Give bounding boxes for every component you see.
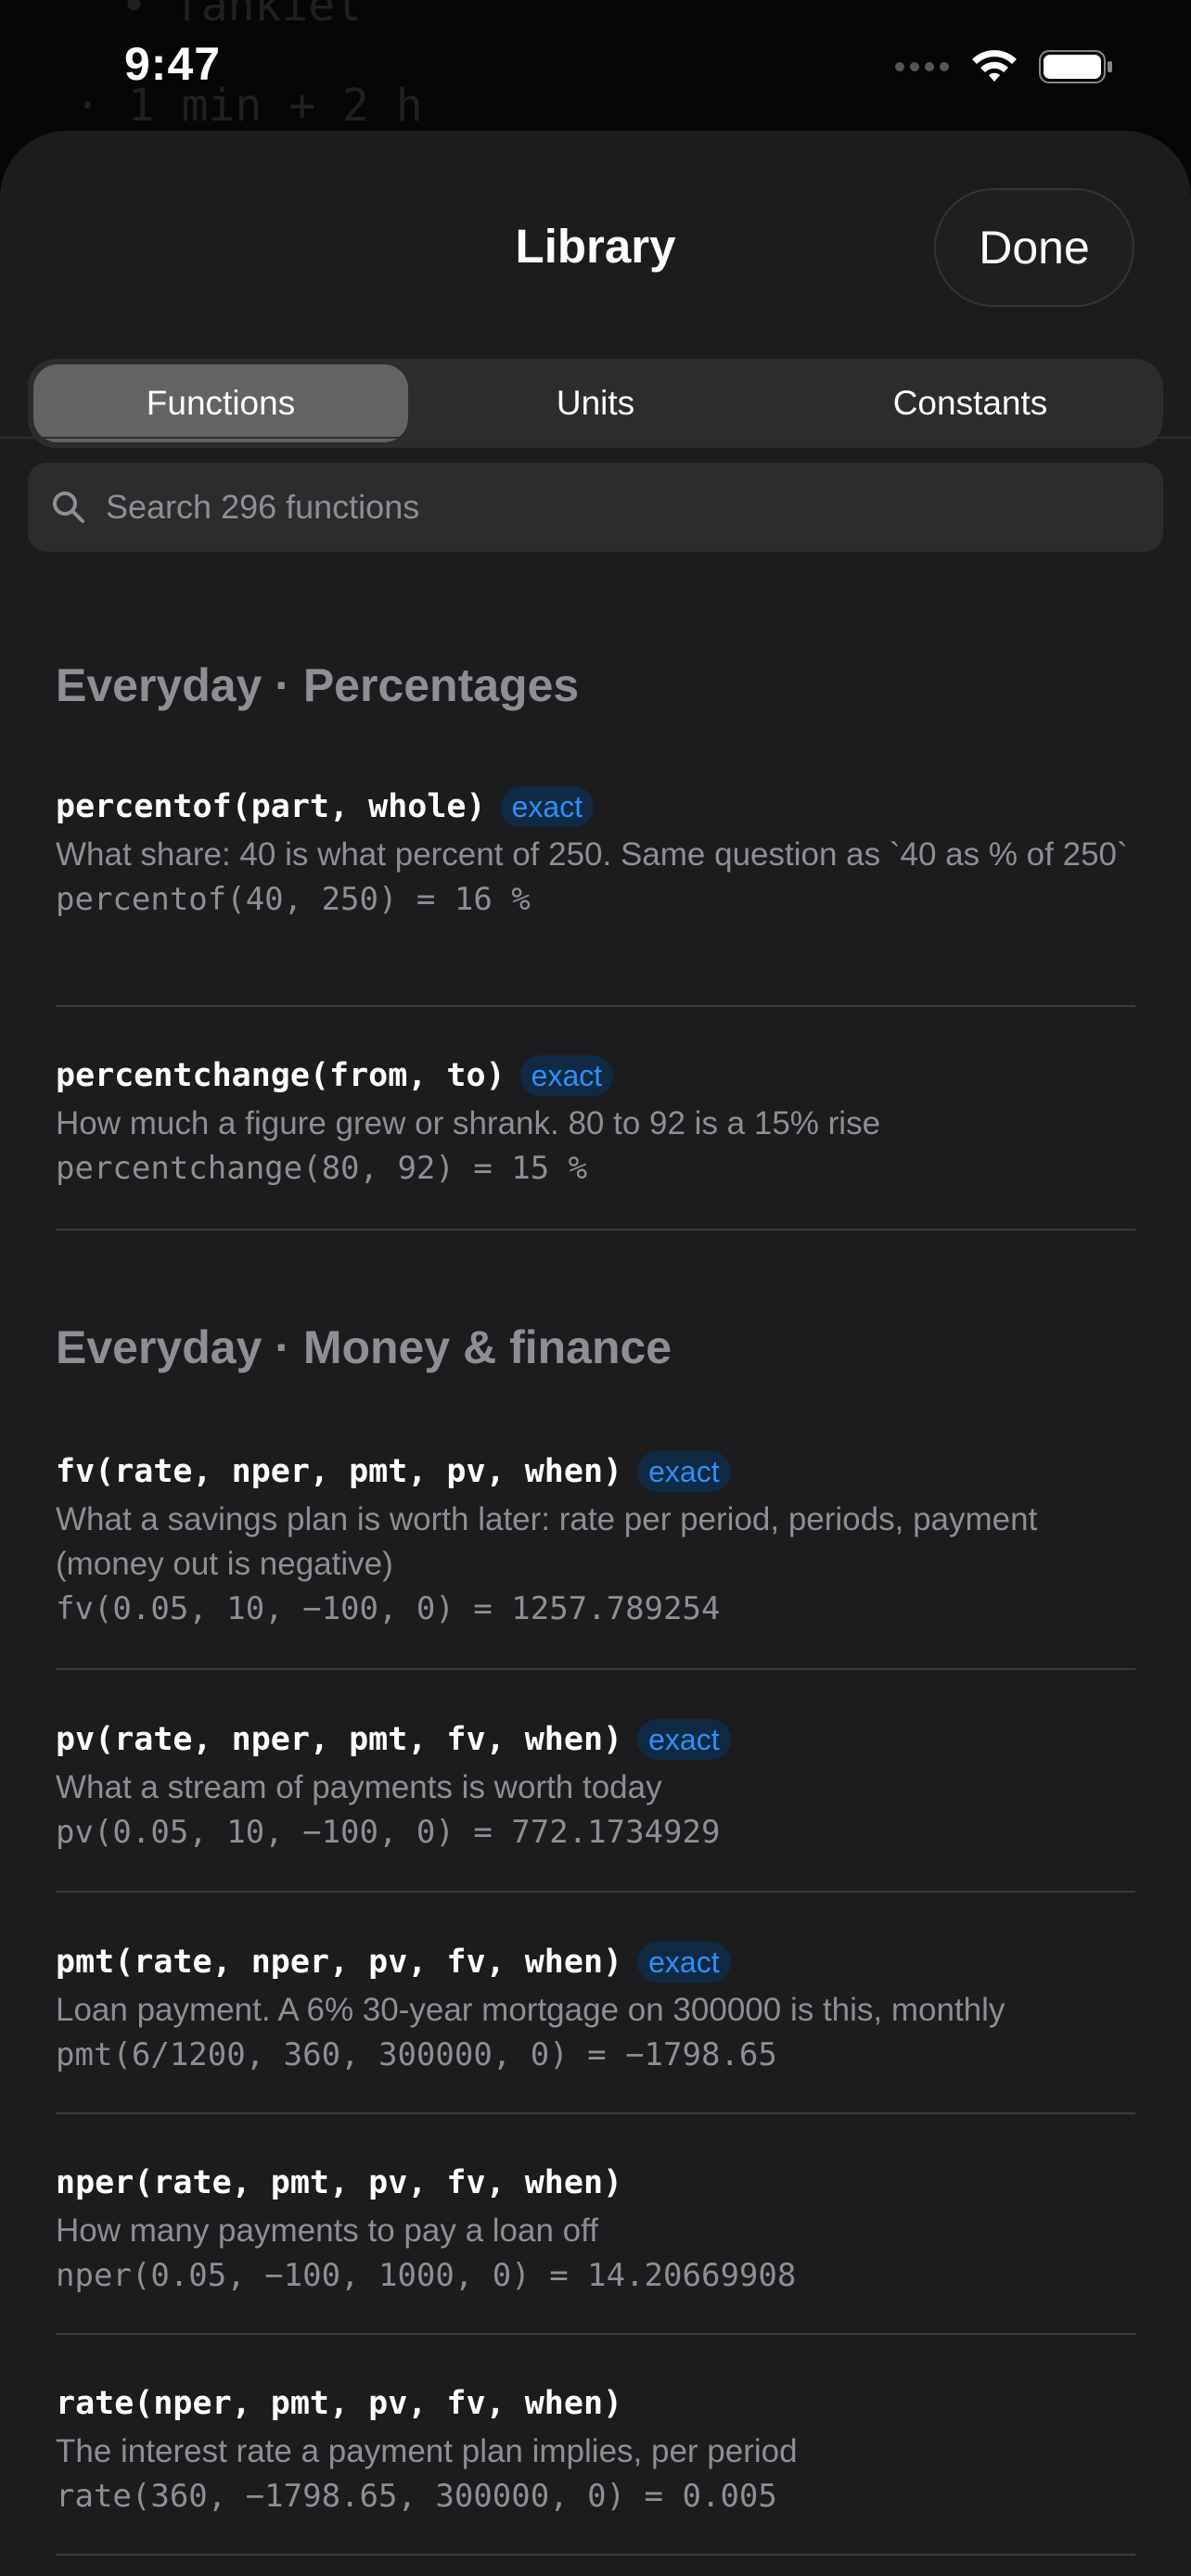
background-ghost-row: • fankiel (121, 0, 363, 32)
exact-badge: exact (637, 1719, 731, 1760)
item-divider (56, 1891, 1135, 1893)
list-item[interactable]: rate(nper, pmt, pv, fv, when) The intere… (56, 2381, 1135, 2519)
function-signature: fv(rate, nper, pmt, pv, when) (56, 1453, 623, 1490)
done-button[interactable]: Done (934, 188, 1134, 307)
exact-badge: exact (637, 1942, 731, 1983)
function-example: nper(0.05, −100, 1000, 0) = 14.20669908 (56, 2257, 797, 2294)
cellular-icon (895, 62, 949, 71)
exact-badge: exact (519, 1055, 614, 1096)
search-bar[interactable] (28, 463, 1163, 552)
list-item[interactable]: percentchange(from, to) exact How much a… (56, 1053, 1135, 1226)
section-title: Everyday · Money & finance (56, 1321, 672, 1373)
tab-constants[interactable]: Constants (783, 364, 1158, 442)
function-signature: percentchange(from, to) (56, 1057, 506, 1094)
search-icon (53, 491, 84, 523)
wifi-icon (972, 50, 1017, 82)
function-example: percentof(40, 250) = 16 % (56, 881, 531, 918)
item-divider (56, 2554, 1135, 2556)
function-description: How much a figure grew or shrank. 80 to … (56, 1105, 881, 1141)
function-description: The interest rate a payment plan implies… (56, 2433, 798, 2469)
function-description: Loan payment. A 6% 30-year mortgage on 3… (56, 1992, 1005, 2028)
function-description: What share: 40 is what percent of 250. S… (56, 836, 1128, 873)
function-example: fv(0.05, 10, −100, 0) = 1257.789254 (56, 1590, 721, 1627)
function-signature: nper(rate, pmt, pv, fv, when) (56, 2164, 623, 2201)
status-indicators (894, 48, 1113, 85)
list-item[interactable]: pv(rate, nper, pmt, fv, when) exact What… (56, 1717, 1135, 1855)
item-divider (56, 1229, 1135, 1231)
exact-badge: exact (637, 1451, 731, 1492)
item-divider (56, 2333, 1135, 2335)
item-divider (56, 1668, 1135, 1670)
search-input[interactable] (104, 487, 1128, 528)
list-item[interactable]: nper(rate, pmt, pv, fv, when) How many p… (56, 2161, 1135, 2298)
list-item[interactable]: pmt(rate, nper, pv, fv, when) exact Loan… (56, 1940, 1135, 2077)
header-divider (0, 437, 1191, 439)
function-example: percentchange(80, 92) = 15 % (56, 1150, 588, 1187)
function-signature: pv(rate, nper, pmt, fv, when) (56, 1721, 623, 1758)
section-title: Everyday · Percentages (56, 659, 580, 711)
function-description: How many payments to pay a loan off (56, 2213, 598, 2249)
function-example: rate(360, −1798.65, 300000, 0) = 0.005 (56, 2478, 777, 2515)
function-description: What a stream of payments is worth today (56, 1769, 662, 1805)
function-example: pv(0.05, 10, −100, 0) = 772.1734929 (56, 1814, 721, 1851)
list-item[interactable]: percentof(part, whole) exact What share:… (56, 784, 1135, 1005)
function-example: pmt(6/1200, 360, 300000, 0) = −1798.65 (56, 2036, 777, 2073)
battery-icon (1039, 50, 1112, 83)
tab-units[interactable]: Units (408, 364, 783, 442)
function-signature: pmt(rate, nper, pv, fv, when) (56, 1944, 623, 1981)
list-item[interactable]: fv(rate, nper, pmt, pv, when) exact What… (56, 1449, 1135, 1631)
function-description: What a savings plan is worth later: rate… (56, 1501, 1038, 1582)
exact-badge: exact (500, 786, 595, 827)
item-divider (56, 2112, 1135, 2114)
segmented-control: Functions Units Constants (28, 359, 1163, 448)
function-signature: percentof(part, whole) (56, 788, 486, 825)
status-time: 9:47 (124, 38, 222, 90)
tab-functions[interactable]: Functions (33, 364, 408, 442)
item-divider (56, 1005, 1135, 1007)
function-signature: rate(nper, pmt, pv, fv, when) (56, 2385, 623, 2422)
